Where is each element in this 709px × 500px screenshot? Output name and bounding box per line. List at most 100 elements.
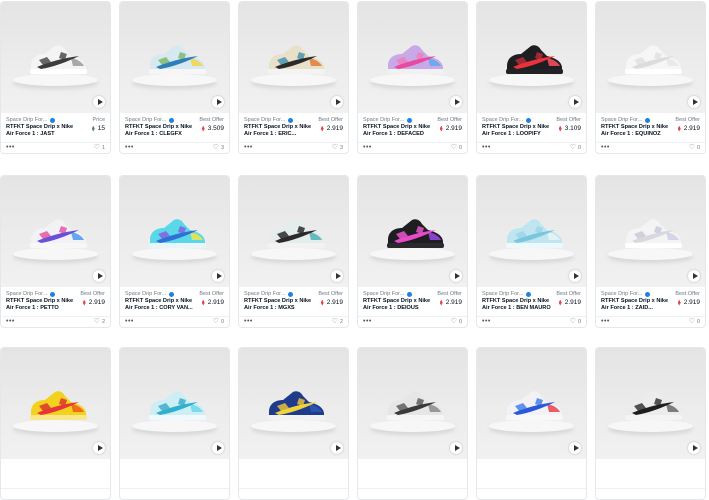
more-icon[interactable]: ••• <box>125 144 134 152</box>
collection-name[interactable]: Space Drip For... <box>482 117 532 123</box>
play-icon[interactable] <box>569 442 581 454</box>
nft-card[interactable]: •••♡ <box>238 347 349 500</box>
nft-image[interactable] <box>596 348 705 459</box>
nft-image[interactable] <box>477 348 586 459</box>
play-icon[interactable] <box>331 270 343 282</box>
nft-image[interactable] <box>239 348 348 459</box>
nft-image[interactable] <box>239 176 348 287</box>
nft-card[interactable]: Space Drip For... RTFKT Space Drip x Nike… <box>238 175 349 328</box>
collection-name[interactable]: Space Drip For... <box>6 117 56 123</box>
like-button[interactable]: ♡ 2 <box>94 318 105 326</box>
nft-card[interactable]: Space Drip For... RTFKT Space Drip x Nike… <box>357 175 468 328</box>
nft-title[interactable]: RTFKT Space Drip x Nike Air Force 1 : BE… <box>482 298 552 312</box>
like-button[interactable]: ♡ 0 <box>689 318 700 326</box>
nft-title[interactable]: RTFKT Space Drip x Nike Air Force 1 : DE… <box>363 124 433 138</box>
nft-image[interactable] <box>1 348 110 459</box>
more-icon[interactable]: ••• <box>6 318 15 326</box>
collection-name[interactable]: Space Drip For... <box>244 117 294 123</box>
nft-card[interactable]: Space Drip For... RTFKT Space Drip x Nike… <box>119 1 230 154</box>
nft-card[interactable]: •••♡ <box>476 347 587 500</box>
like-button[interactable]: ♡ 0 <box>213 318 224 326</box>
nft-card[interactable]: Space Drip For... RTFKT Space Drip x Nike… <box>0 175 111 328</box>
nft-title[interactable]: RTFKT Space Drip x Nike Air Force 1 : ER… <box>244 124 314 138</box>
collection-name[interactable]: Space Drip For... <box>363 117 413 123</box>
nft-card[interactable]: Space Drip For... RTFKT Space Drip x Nike… <box>357 1 468 154</box>
play-icon[interactable] <box>93 96 105 108</box>
nft-image[interactable] <box>120 176 229 287</box>
play-icon[interactable] <box>331 96 343 108</box>
more-icon[interactable]: ••• <box>601 144 610 152</box>
nft-image[interactable] <box>1 176 110 287</box>
more-icon[interactable]: ••• <box>244 144 253 152</box>
collection-name[interactable]: Space Drip For... <box>601 117 651 123</box>
nft-card[interactable]: Space Drip For... RTFKT Space Drip x Nike… <box>238 1 349 154</box>
more-icon[interactable]: ••• <box>6 144 15 152</box>
nft-card[interactable]: Space Drip For... RTFKT Space Drip x Nike… <box>119 175 230 328</box>
more-icon[interactable]: ••• <box>125 318 134 326</box>
nft-title[interactable]: RTFKT Space Drip x Nike Air Force 1 : JA… <box>6 124 76 138</box>
like-button[interactable]: ♡ 3 <box>213 144 224 152</box>
play-icon[interactable] <box>212 442 224 454</box>
play-icon[interactable] <box>569 270 581 282</box>
play-icon[interactable] <box>212 96 224 108</box>
nft-image[interactable] <box>477 2 586 113</box>
nft-title[interactable]: RTFKT Space Drip x Nike Air Force 1 : EQ… <box>601 124 671 138</box>
nft-card[interactable]: Space Drip For... RTFKT Space Drip x Nike… <box>595 175 706 328</box>
more-icon[interactable]: ••• <box>601 318 610 326</box>
collection-name[interactable]: Space Drip For... <box>244 291 294 297</box>
collection-name[interactable]: Space Drip For... <box>6 291 56 297</box>
like-button[interactable]: ♡ 1 <box>94 144 105 152</box>
more-icon[interactable]: ••• <box>482 144 491 152</box>
play-icon[interactable] <box>450 96 462 108</box>
nft-image[interactable] <box>596 176 705 287</box>
like-button[interactable]: ♡ 0 <box>570 144 581 152</box>
play-icon[interactable] <box>688 442 700 454</box>
nft-image[interactable] <box>1 2 110 113</box>
nft-title[interactable]: RTFKT Space Drip x Nike Air Force 1 : CL… <box>125 124 195 138</box>
like-button[interactable]: ♡ 0 <box>689 144 700 152</box>
nft-image[interactable] <box>358 176 467 287</box>
play-icon[interactable] <box>93 270 105 282</box>
play-icon[interactable] <box>688 96 700 108</box>
nft-image[interactable] <box>120 348 229 459</box>
collection-name[interactable]: Space Drip For... <box>125 117 175 123</box>
more-icon[interactable]: ••• <box>244 318 253 326</box>
more-icon[interactable]: ••• <box>363 318 372 326</box>
collection-name[interactable]: Space Drip For... <box>601 291 651 297</box>
nft-card[interactable]: •••♡ <box>357 347 468 500</box>
play-icon[interactable] <box>688 270 700 282</box>
nft-card[interactable]: •••♡ <box>595 347 706 500</box>
nft-card[interactable]: Space Drip For... RTFKT Space Drip x Nike… <box>595 1 706 154</box>
nft-card[interactable]: Space Drip For... RTFKT Space Drip x Nike… <box>476 175 587 328</box>
play-icon[interactable] <box>450 270 462 282</box>
more-icon[interactable]: ••• <box>482 318 491 326</box>
like-button[interactable]: ♡ 3 <box>332 144 343 152</box>
nft-image[interactable] <box>358 2 467 113</box>
play-icon[interactable] <box>331 442 343 454</box>
nft-card[interactable]: •••♡ <box>0 347 111 500</box>
like-button[interactable]: ♡ 2 <box>332 318 343 326</box>
play-icon[interactable] <box>569 96 581 108</box>
nft-image[interactable] <box>596 2 705 113</box>
nft-title[interactable]: RTFKT Space Drip x Nike Air Force 1 : MG… <box>244 298 314 312</box>
nft-image[interactable] <box>358 348 467 459</box>
nft-title[interactable]: RTFKT Space Drip x Nike Air Force 1 : ZA… <box>601 298 671 312</box>
nft-title[interactable]: RTFKT Space Drip x Nike Air Force 1 : DE… <box>363 298 433 312</box>
nft-title[interactable]: RTFKT Space Drip x Nike Air Force 1 : LO… <box>482 124 552 138</box>
nft-card[interactable]: •••♡ <box>119 347 230 500</box>
more-icon[interactable]: ••• <box>363 144 372 152</box>
nft-card[interactable]: Space Drip For... RTFKT Space Drip x Nike… <box>476 1 587 154</box>
collection-name[interactable]: Space Drip For... <box>363 291 413 297</box>
collection-name[interactable]: Space Drip For... <box>125 291 175 297</box>
play-icon[interactable] <box>212 270 224 282</box>
like-button[interactable]: ♡ 0 <box>570 318 581 326</box>
nft-image[interactable] <box>239 2 348 113</box>
like-button[interactable]: ♡ 0 <box>451 144 462 152</box>
nft-image[interactable] <box>477 176 586 287</box>
collection-name[interactable]: Space Drip For... <box>482 291 532 297</box>
nft-image[interactable] <box>120 2 229 113</box>
nft-title[interactable]: RTFKT Space Drip x Nike Air Force 1 : CO… <box>125 298 195 312</box>
play-icon[interactable] <box>93 442 105 454</box>
nft-title[interactable]: RTFKT Space Drip x Nike Air Force 1 : PE… <box>6 298 76 312</box>
nft-card[interactable]: Space Drip For... RTFKT Space Drip x Nike… <box>0 1 111 154</box>
